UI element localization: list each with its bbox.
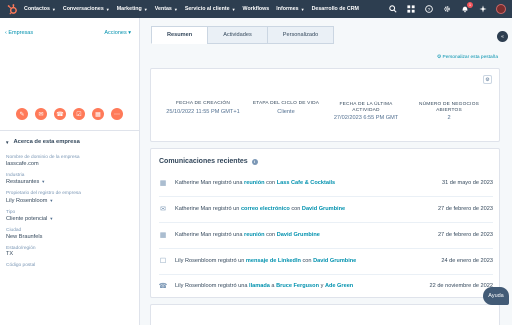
chevron-down-icon: ▼ [5, 139, 10, 145]
nav-utilities: ? 1 [388, 0, 506, 18]
property-list: Nombre de dominio de la empresa lasscafe… [6, 155, 131, 274]
calendar-icon: ▦ [159, 232, 167, 239]
bell-icon[interactable]: 1 [460, 2, 473, 14]
tab-actividades[interactable]: Actividades [207, 26, 268, 44]
chevron-down-icon: ▼ [51, 6, 56, 12]
gear-icon[interactable]: ⚙ [483, 75, 492, 84]
top-nav: Contactos ▼ Conversaciones ▼ Marketing ▼ Ve… [0, 0, 512, 18]
nav-servicio-cliente[interactable]: Servicio al cliente ▼ [185, 6, 236, 12]
main-content: Resumen Actividades Personalizado ⚙ Pers… [140, 18, 512, 325]
property-industry[interactable]: Industria Restaurantes ▼ [6, 173, 131, 187]
property-postal-code[interactable]: Código postal [6, 263, 131, 269]
highlight-last-activity: FECHA DE LA ÚLTIMA ACTIVIDAD 27/02/2023 … [333, 102, 399, 121]
about-section-toggle[interactable]: ▼ Acerca de esta empresa [5, 139, 80, 145]
note-icon[interactable]: ✎ [16, 108, 28, 120]
list-item[interactable]: ▦ Katherine Man registró una reunión con… [159, 231, 493, 239]
divider [159, 196, 493, 197]
highlight-open-deals: NÚMERO DE NEGOCIOS ABIERTOS 2 [418, 102, 480, 121]
section-title: Acerca de esta empresa [13, 139, 80, 145]
data-highlights-card: ⚙ FECHA DE CREACIÓN 25/10/2022 11:55 PM … [150, 68, 500, 142]
nav-workflows[interactable]: Workflows [243, 6, 270, 12]
task-icon[interactable]: ☑ [73, 108, 85, 120]
svg-text:?: ? [428, 7, 431, 13]
user-avatar[interactable] [496, 4, 506, 14]
actions-menu[interactable]: Acciones ▾ [104, 30, 131, 36]
divider [159, 274, 493, 275]
collapse-right-panel-icon[interactable]: « [497, 31, 508, 42]
meeting-icon[interactable]: ▦ [92, 108, 104, 120]
property-owner[interactable]: Propietario del registro de empresa Lily… [6, 191, 131, 205]
info-icon[interactable]: i [251, 158, 258, 165]
chevron-down-icon: ▼ [49, 216, 54, 221]
nav-marketing[interactable]: Marketing ▼ [117, 6, 148, 12]
next-card [150, 304, 500, 325]
chevron-down-icon: ▼ [143, 6, 148, 12]
chevron-down-icon: ▼ [41, 179, 46, 184]
divider [0, 130, 139, 131]
nav-desarrollo-crm[interactable]: Desarrollo de CRM [312, 6, 359, 12]
chevron-down-icon: ▼ [300, 6, 305, 12]
recent-communications-card: Comunicaciones recientes i ▦ Katherine M… [150, 148, 500, 298]
customize-tab-link[interactable]: ⚙ Personalizar esta pestaña [437, 55, 498, 60]
back-to-companies-link[interactable]: ‹ Empresas [5, 30, 33, 36]
phone-icon: ☎ [158, 283, 168, 290]
record-sidebar: ‹ Empresas Acciones ▾ ✎ ✉ ☎ ☑ ▦ ⋯ ▼ Acer… [0, 18, 140, 325]
help-chat-button[interactable]: Ayuda [483, 287, 509, 305]
divider [159, 248, 493, 249]
chevron-down-icon: ▼ [49, 197, 54, 203]
divider [159, 222, 493, 223]
nav-informes[interactable]: Informes ▼ [276, 6, 304, 12]
highlight-create-date: FECHA DE CREACIÓN 25/10/2022 11:55 PM GM… [166, 101, 240, 115]
notification-badge: 1 [467, 2, 473, 8]
list-item[interactable]: ☎ Lily Rosenbloom registró una llamada a… [159, 282, 493, 290]
copilot-icon[interactable] [478, 4, 488, 14]
list-item[interactable]: ✉ Katherine Man registró un correo elect… [159, 205, 493, 213]
nav-ventas[interactable]: Ventas ▼ [155, 6, 178, 12]
email-icon: ✉ [160, 206, 166, 213]
property-state[interactable]: Estado/región TX [6, 246, 131, 259]
property-city[interactable]: Ciudad New Braunfels [6, 228, 131, 241]
phone-icon[interactable]: ☎ [54, 108, 66, 120]
sidebar-header: ‹ Empresas Acciones ▾ [5, 30, 131, 36]
property-domain[interactable]: Nombre de dominio de la empresa lasscafe… [6, 155, 131, 168]
list-item[interactable]: ▦ Katherine Man registró una reunión con… [159, 179, 493, 187]
chevron-down-icon: ▼ [105, 6, 110, 12]
more-icon[interactable]: ⋯ [111, 108, 123, 120]
hubspot-logo-icon[interactable] [5, 2, 19, 16]
tab-resumen[interactable]: Resumen [151, 26, 209, 44]
property-type[interactable]: Tipo Cliente potencial ▼ [6, 210, 131, 224]
nav-contactos[interactable]: Contactos ▼ [24, 6, 56, 12]
communications-title: Comunicaciones recientes i [159, 158, 258, 165]
chat-icon: ☐ [159, 258, 167, 265]
quick-actions: ✎ ✉ ☎ ☑ ▦ ⋯ [16, 108, 123, 120]
search-icon[interactable] [388, 4, 398, 14]
gear-icon[interactable] [442, 4, 452, 14]
nav-conversaciones[interactable]: Conversaciones ▼ [63, 6, 110, 12]
highlight-lifecycle: ETAPA DEL CICLO DE VIDA Cliente [252, 101, 320, 115]
record-tabs: Resumen Actividades Personalizado [151, 26, 335, 44]
chevron-down-icon: ▼ [231, 6, 236, 12]
chevron-down-icon: ▼ [173, 6, 178, 12]
list-item[interactable]: ☐ Lily Rosenbloom registró un mensaje de… [159, 257, 493, 265]
marketplace-icon[interactable] [406, 4, 416, 14]
help-icon[interactable]: ? [424, 4, 434, 14]
email-icon[interactable]: ✉ [35, 108, 47, 120]
tab-personalizado[interactable]: Personalizado [266, 26, 335, 44]
calendar-icon: ▦ [159, 180, 167, 187]
